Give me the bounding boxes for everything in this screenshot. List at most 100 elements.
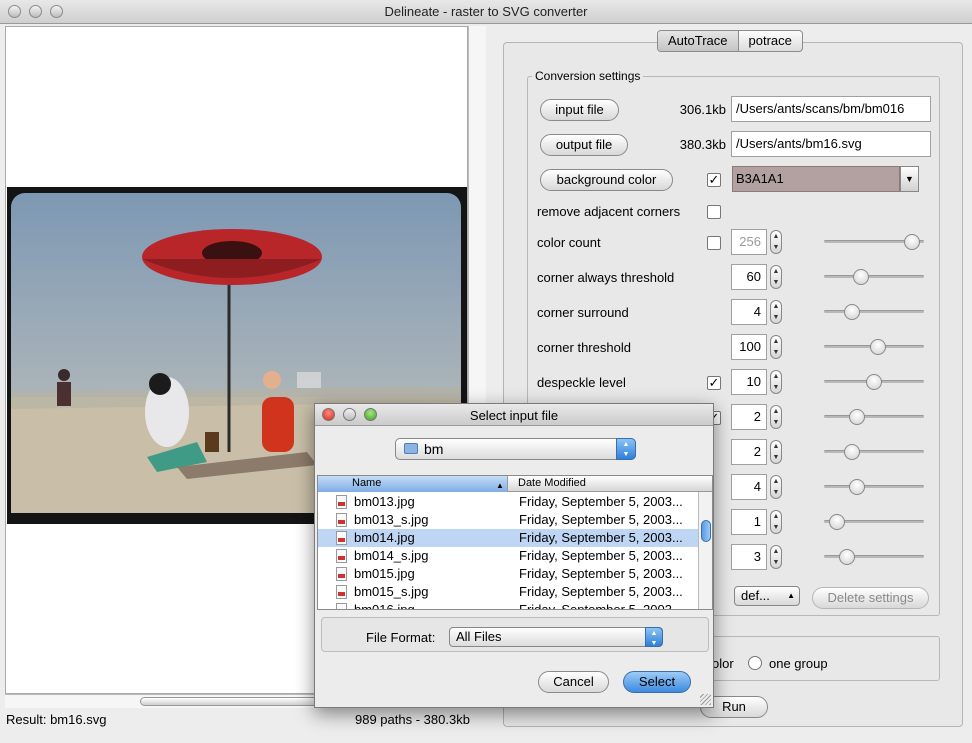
file-list-row[interactable]: bm013.jpg Friday, September 5, 2003... bbox=[318, 493, 700, 511]
jpeg-file-icon bbox=[336, 603, 347, 609]
param-value-field[interactable]: 10 bbox=[731, 369, 767, 395]
preset-popup[interactable]: def... ▲ bbox=[734, 586, 800, 606]
folder-popup[interactable]: bm ▲ ▼ bbox=[395, 438, 636, 460]
dialog-title-bar[interactable]: Select input file bbox=[315, 404, 713, 426]
popup-arrows-icon: ▲ ▼ bbox=[616, 438, 636, 460]
param-stepper[interactable]: ▲ ▼ bbox=[770, 475, 782, 499]
jpeg-file-icon bbox=[336, 549, 347, 563]
slider-track bbox=[824, 450, 924, 453]
param-slider[interactable] bbox=[824, 231, 924, 253]
background-color-button[interactable]: background color bbox=[540, 169, 673, 191]
param-slider[interactable] bbox=[824, 441, 924, 463]
dialog-title: Select input file bbox=[469, 408, 559, 423]
param-stepper[interactable]: ▲ ▼ bbox=[770, 265, 782, 289]
file-date: Friday, September 5, 2003... bbox=[519, 584, 683, 599]
updown-arrows-icon: ▲ bbox=[787, 591, 795, 600]
param-stepper[interactable]: ▲ ▼ bbox=[770, 230, 782, 254]
param-stepper[interactable]: ▲ ▼ bbox=[770, 370, 782, 394]
file-list-row[interactable]: bm014_s.jpg Friday, September 5, 2003... bbox=[318, 547, 700, 565]
jpeg-file-icon bbox=[336, 495, 347, 509]
param-value-field[interactable]: 4 bbox=[731, 474, 767, 500]
input-file-path[interactable]: /Users/ants/scans/bm/bm016 bbox=[731, 96, 931, 122]
param-slider[interactable] bbox=[824, 511, 924, 533]
result-status: Result: bm16.svg bbox=[6, 712, 107, 727]
param-value-field[interactable]: 100 bbox=[731, 334, 767, 360]
slider-knob[interactable] bbox=[844, 304, 860, 320]
file-format-popup[interactable]: All Files ▲ ▼ bbox=[449, 627, 663, 647]
file-list[interactable]: Name ▲ Date Modified bm013.jpg Friday, Sep… bbox=[317, 475, 713, 610]
output-file-path[interactable]: /Users/ants/bm16.svg bbox=[731, 131, 931, 157]
param-stepper[interactable]: ▲ ▼ bbox=[770, 510, 782, 534]
color-option-label: olor bbox=[712, 656, 734, 671]
file-list-scroll-thumb[interactable] bbox=[701, 520, 711, 542]
param-value-field[interactable]: 3 bbox=[731, 544, 767, 570]
slider-track bbox=[824, 275, 924, 278]
param-checkbox[interactable] bbox=[707, 236, 721, 250]
cancel-button[interactable]: Cancel bbox=[538, 671, 609, 693]
file-format-value: All Files bbox=[456, 629, 502, 644]
param-value-field[interactable]: 4 bbox=[731, 299, 767, 325]
engine-tabs: AutoTrace potrace bbox=[657, 30, 803, 52]
param-slider[interactable] bbox=[824, 266, 924, 288]
date-column-header[interactable]: Date Modified bbox=[518, 476, 586, 491]
param-checkbox[interactable]: ✓ bbox=[707, 376, 721, 390]
slider-knob[interactable] bbox=[866, 374, 882, 390]
file-list-row[interactable]: bm016.jpg Friday, September 5, 2003... bbox=[318, 601, 700, 610]
file-date: Friday, September 5, 2003... bbox=[519, 548, 683, 563]
tab-autotrace[interactable]: AutoTrace bbox=[658, 31, 738, 51]
param-stepper[interactable]: ▲ ▼ bbox=[770, 440, 782, 464]
param-stepper[interactable]: ▲ ▼ bbox=[770, 300, 782, 324]
file-date: Friday, September 5, 2003... bbox=[519, 566, 683, 581]
color-dropdown-button[interactable]: ▼ bbox=[900, 166, 919, 192]
output-file-button[interactable]: output file bbox=[540, 134, 628, 156]
file-date: Friday, September 5, 2003... bbox=[519, 530, 683, 545]
file-list-row[interactable]: bm014.jpg Friday, September 5, 2003... bbox=[318, 529, 700, 547]
param-stepper[interactable]: ▲ ▼ bbox=[770, 545, 782, 569]
slider-knob[interactable] bbox=[870, 339, 886, 355]
slider-knob[interactable] bbox=[904, 234, 920, 250]
status-bar: Result: bm16.svg 989 paths - 380.3kb bbox=[0, 708, 490, 738]
param-value-field[interactable]: 256 bbox=[731, 229, 767, 255]
slider-knob[interactable] bbox=[853, 269, 869, 285]
name-column-header[interactable]: Name ▲ bbox=[318, 476, 508, 492]
param-label: color count bbox=[537, 235, 601, 250]
resize-grip-icon[interactable] bbox=[700, 694, 711, 705]
param-label: corner always threshold bbox=[537, 270, 675, 285]
param-slider[interactable] bbox=[824, 336, 924, 358]
slider-knob[interactable] bbox=[829, 514, 845, 530]
background-color-swatch[interactable]: B3A1A1 bbox=[732, 166, 900, 192]
file-format-label: File Format: bbox=[366, 630, 436, 645]
slider-knob[interactable] bbox=[849, 409, 865, 425]
input-file-button[interactable]: input file bbox=[540, 99, 619, 121]
file-name: bm013_s.jpg bbox=[354, 512, 429, 527]
param-value-field[interactable]: 60 bbox=[731, 264, 767, 290]
param-label: corner surround bbox=[537, 305, 629, 320]
tab-potrace[interactable]: potrace bbox=[737, 31, 802, 51]
param-value-field[interactable]: 2 bbox=[731, 439, 767, 465]
background-color-checkbox[interactable]: ✓ bbox=[707, 173, 721, 187]
file-name: bm014.jpg bbox=[354, 530, 415, 545]
param-stepper[interactable]: ▲ ▼ bbox=[770, 335, 782, 359]
param-value-field[interactable]: 2 bbox=[731, 404, 767, 430]
slider-knob[interactable] bbox=[844, 444, 860, 460]
param-value-field[interactable]: 1 bbox=[731, 509, 767, 535]
select-button[interactable]: Select bbox=[623, 671, 691, 693]
remove-adjacent-corners-checkbox[interactable] bbox=[707, 205, 721, 219]
param-slider[interactable] bbox=[824, 546, 924, 568]
file-name: bm016.jpg bbox=[354, 602, 415, 610]
param-slider[interactable] bbox=[824, 301, 924, 323]
param-slider[interactable] bbox=[824, 476, 924, 498]
scroll-thumb[interactable] bbox=[140, 697, 320, 706]
one-group-radio[interactable] bbox=[748, 656, 762, 670]
file-list-row[interactable]: bm015.jpg Friday, September 5, 2003... bbox=[318, 565, 700, 583]
title-bar[interactable]: Delineate - raster to SVG converter bbox=[0, 0, 972, 24]
param-slider[interactable] bbox=[824, 371, 924, 393]
slider-knob[interactable] bbox=[839, 549, 855, 565]
file-list-scrollbar[interactable] bbox=[698, 492, 712, 609]
delete-settings-button[interactable]: Delete settings bbox=[812, 587, 929, 609]
slider-knob[interactable] bbox=[849, 479, 865, 495]
file-list-row[interactable]: bm013_s.jpg Friday, September 5, 2003... bbox=[318, 511, 700, 529]
file-list-row[interactable]: bm015_s.jpg Friday, September 5, 2003... bbox=[318, 583, 700, 601]
param-stepper[interactable]: ▲ ▼ bbox=[770, 405, 782, 429]
param-slider[interactable] bbox=[824, 406, 924, 428]
